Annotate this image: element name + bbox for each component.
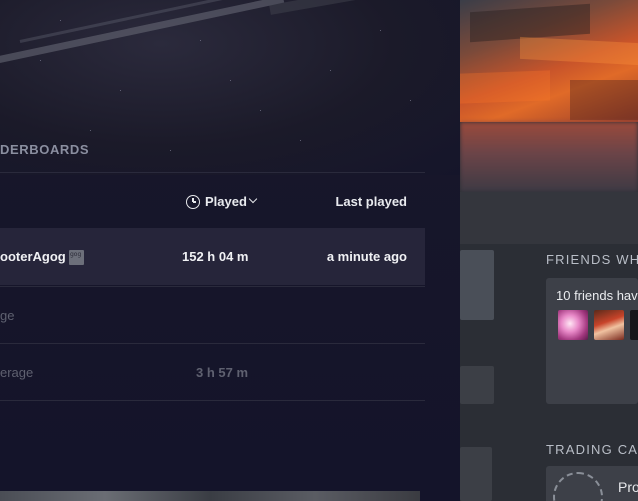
friend-avatar[interactable] [558, 310, 588, 340]
row-label: ge [0, 308, 15, 323]
table-divider [0, 400, 425, 401]
table-row: erage 3 h 57 m [0, 343, 425, 400]
background-strip [460, 192, 638, 244]
friend-avatar[interactable] [594, 310, 624, 340]
played-time: 152 h 04 m [182, 249, 249, 264]
background-panel [460, 447, 492, 501]
trading-card[interactable]: Pro [546, 466, 638, 501]
leaderboards-heading: DERBOARDS [0, 142, 90, 157]
friend-avatar[interactable] [630, 310, 638, 340]
row-label: erage [0, 365, 34, 380]
sort-played-button[interactable]: Played [205, 194, 247, 209]
bottom-art-strip [0, 491, 420, 501]
app-root: FRIENDS WH 10 friends hav TRADING CA Pro… [0, 0, 638, 501]
chevron-down-icon[interactable] [248, 194, 258, 204]
game-hero-image [460, 0, 638, 122]
gog-icon [69, 250, 84, 265]
last-played-column[interactable]: Last played [335, 194, 407, 209]
background-panel [460, 250, 494, 320]
friends-card[interactable]: 10 friends hav [546, 278, 638, 404]
played-time: 3 h 57 m [196, 365, 249, 380]
table-row: ge [0, 286, 425, 343]
table-header: Played Last played [0, 172, 425, 228]
weapon-art [19, 0, 236, 43]
last-played-time: a minute ago [326, 249, 407, 264]
friends-heading: FRIENDS WH [546, 252, 638, 267]
leaderboard-overlay: DERBOARDS Played Last played ooterAgog 1… [0, 0, 460, 501]
hero-fade [460, 122, 638, 192]
player-name: ooterAgog [0, 249, 66, 264]
trading-cards-heading: TRADING CA [546, 442, 638, 457]
table-row[interactable]: ooterAgog 152 h 04 m a minute ago [0, 228, 425, 285]
background-panel [460, 366, 494, 404]
weapon-art [0, 0, 285, 65]
clock-icon [186, 195, 200, 209]
friends-summary: 10 friends hav [556, 288, 638, 303]
progress-ring-icon [553, 472, 603, 501]
weapon-art [269, 0, 390, 15]
trading-card-label: Pro [618, 479, 638, 495]
